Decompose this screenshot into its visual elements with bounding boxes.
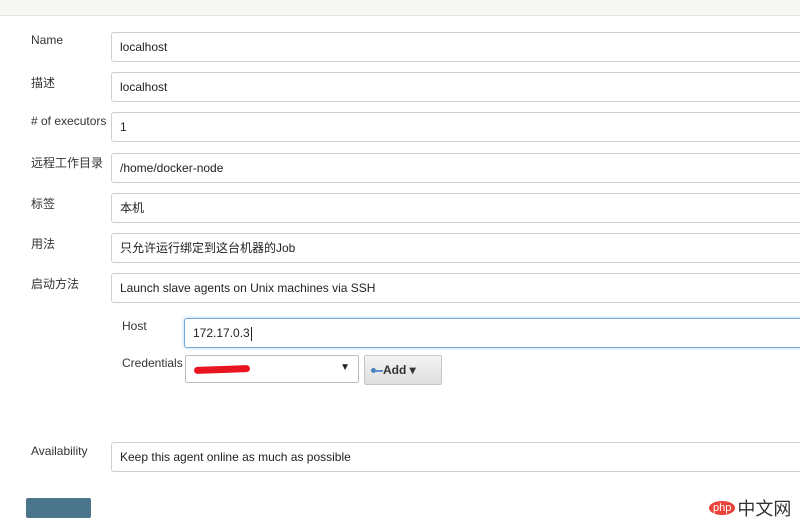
executors-label: # of executors [31,114,107,128]
key-icon [371,368,383,373]
availability-select[interactable]: Keep this agent online as much as possib… [111,442,800,472]
usage-label: 用法 [31,237,56,251]
launch-method-select[interactable]: Launch slave agents on Unix machines via… [111,273,800,303]
remote-root-label: 远程工作目录 [31,156,104,170]
dropdown-arrow-icon: ▼ [340,362,350,373]
remote-root-input[interactable]: /home/docker-node [111,153,800,183]
watermark-text: 中文网 [737,499,792,519]
top-bar [0,0,800,16]
host-input[interactable]: 172.17.0.3 [184,318,800,348]
credentials-label: Credentials [122,356,183,370]
text-cursor [250,326,252,341]
watermark-badge: php [709,501,736,515]
save-button[interactable] [26,498,91,518]
host-label: Host [122,319,147,333]
credentials-select[interactable]: ▼ [185,355,359,383]
name-label: Name [31,33,64,47]
name-input[interactable]: localhost [111,32,800,62]
watermark: php 中文网 [709,495,791,521]
availability-label: Availability [31,444,88,458]
usage-select[interactable]: 只允许运行绑定到这台机器的Job [111,233,800,263]
labels-input[interactable]: 本机 [111,193,800,223]
description-input[interactable]: localhost [111,72,800,102]
executors-input[interactable]: 1 [111,112,800,142]
host-value: 172.17.0.3 [193,326,250,340]
redacted-credential-mark [193,365,251,374]
labels-label: 标签 [31,197,56,211]
add-button-label: Add [383,363,407,377]
description-label: 描述 [31,76,56,90]
launch-method-label: 启动方法 [31,277,80,291]
add-caret-icon: ▾ [409,363,416,377]
add-credentials-button[interactable]: Add ▾ [364,355,442,385]
